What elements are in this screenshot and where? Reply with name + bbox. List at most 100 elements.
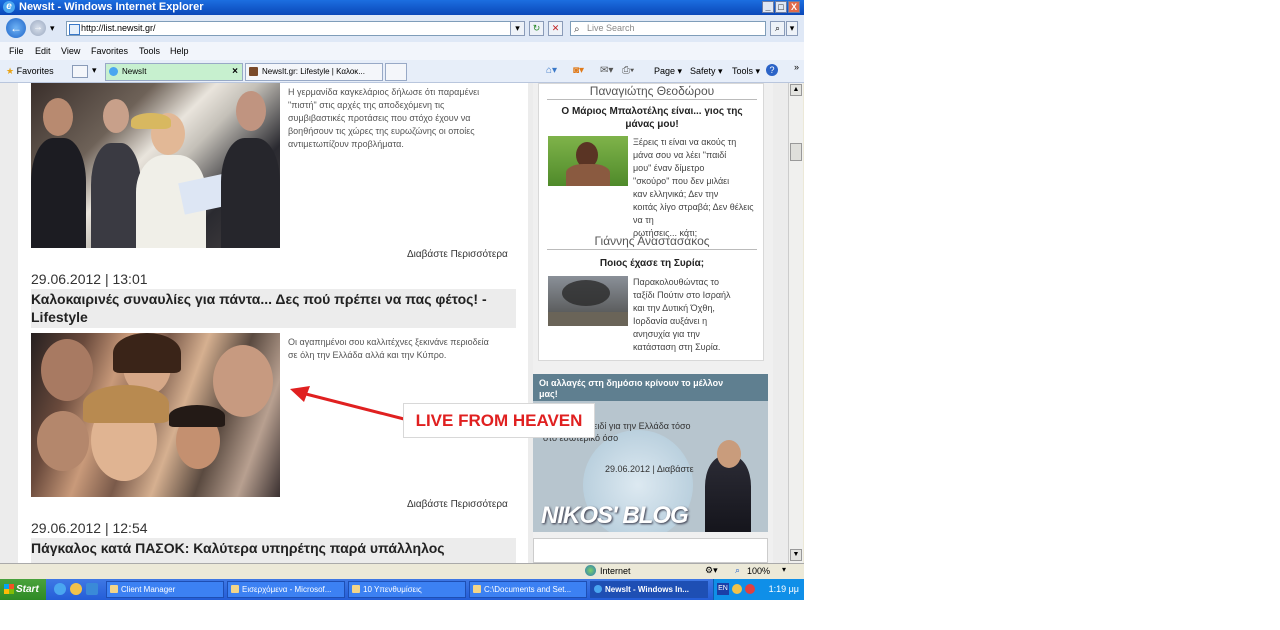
zoom-icon[interactable]: ⌕ [735,565,740,576]
address-dropdown-button[interactable]: ▾ [510,21,525,36]
tab-lifestyle[interactable]: NewsIt.gr: Lifestyle | Καλοκ... [245,63,383,81]
refresh-button[interactable]: ↻ [529,21,544,36]
scroll-up-button[interactable]: ▲ [790,84,802,96]
column-thumbnail[interactable] [548,276,628,326]
read-more-link[interactable]: Διαβάστε Περισσότερα [407,499,508,510]
page-menu[interactable]: Page ▾ [654,66,682,77]
close-tab-icon[interactable]: × [232,64,238,80]
search-input[interactable]: ⌕ Live Search [570,21,766,36]
tab-list-icon[interactable]: ▾ [92,65,97,76]
zoom-level[interactable]: 100% [747,566,770,576]
read-more-link[interactable]: Διαβάστε Περισσότερα [407,249,508,260]
taskbar-inbox[interactable]: Εισερχόμενα - Microsof... [227,581,345,598]
back-button[interactable]: ← [6,18,26,38]
language-indicator[interactable]: EN [717,583,729,595]
tools-menu[interactable]: Tools ▾ [732,66,760,77]
ie-page-icon [109,67,118,76]
text-line: μάνα σου να λέει "παιδί [633,150,727,160]
start-button[interactable]: Start [0,579,46,600]
taskbar-client-manager[interactable]: Client Manager [106,581,224,598]
columnist-name[interactable]: Παναγιώτης Θεοδώρου [547,84,757,100]
folder-icon [473,585,481,593]
sidebar: Παναγιώτης Θεοδώρου Ο Μάριος Μπαλοτέλης … [533,83,773,563]
safety-menu[interactable]: Safety ▾ [690,66,723,77]
address-url: http://list.newsit.gr/ [81,23,156,33]
search-icon: ⌕ [574,24,580,35]
columnist-name[interactable]: Γιάννης Αναστασάκος [547,234,757,250]
star-icon: ★ [6,66,15,76]
app-icon [110,585,118,593]
desktop-quicklaunch-icon[interactable] [86,583,98,595]
zoom-dropdown-icon[interactable]: ▾ [782,565,786,574]
taskbar-reminders[interactable]: 10 Υπενθυμίσεις [348,581,466,598]
reminder-icon [352,585,360,593]
scroll-thumb[interactable] [790,143,802,161]
search-options-button[interactable]: ▾ [786,21,798,36]
task-label: C:\Documents and Set... [484,585,572,594]
excerpt-line: Οι αγαπημένοι σου καλλιτέχνες ξεκινάνε π… [288,337,489,347]
home-icon[interactable]: ⌂▾ [546,65,557,76]
figure-face [43,98,73,136]
print-icon[interactable]: ⎙▾ [622,65,634,76]
minimize-button[interactable]: _ [762,1,774,13]
protected-mode-icon[interactable]: ⚙▾ [705,565,718,576]
blog-banner[interactable]: Οι αλλαγές στη δημόσιο κρίνουν το μέλλον… [533,374,768,532]
mail-icon[interactable]: ✉▾ [600,65,613,76]
taskbar-documents-folder[interactable]: C:\Documents and Set... [469,581,587,598]
vertical-scrollbar[interactable]: ▲ ▼ [788,83,803,563]
article-photo-politicians[interactable] [31,83,280,248]
text-line: Παρακολουθώντας το [633,277,719,287]
taskbar-newsit-ie[interactable]: NewsIt - Windows In... [590,581,708,598]
menu-help[interactable]: Help [170,46,189,56]
new-tab-button[interactable] [385,63,407,81]
more-commands-icon[interactable]: » [794,62,799,72]
help-icon[interactable]: ? [766,64,778,76]
scroll-down-button[interactable]: ▼ [790,549,802,561]
menu-file[interactable]: File [9,46,24,56]
quick-tabs-icon[interactable] [72,65,88,78]
heading-line: μας! [539,389,558,399]
column-thumbnail[interactable] [548,136,628,186]
smoke-cloud [562,280,610,306]
menu-favorites[interactable]: Favorites [91,46,128,56]
menu-tools[interactable]: Tools [139,46,160,56]
address-toolbar: ← → ▾ http://list.newsit.gr/ ▾ ↻ ✕ ⌕ Liv… [0,15,804,42]
search-button[interactable]: ⌕ [770,21,785,36]
article-photo-artists[interactable] [31,333,280,497]
page-icon [69,24,80,35]
face-bald-man [41,339,93,401]
arrow-head [290,386,310,402]
blog-date-link[interactable]: 29.06.2012 | Διαβάστε [605,464,694,474]
text-line: ανησυχία για την [633,329,700,339]
article-headline-link[interactable]: Πάγκαλος κατά ΠΑΣΟΚ: Καλύτερα υπηρέτης π… [31,538,516,563]
tray-security-icon[interactable] [745,584,755,594]
ie-quicklaunch-icon[interactable] [54,583,66,595]
column-title-link[interactable]: Ο Μάριος Μπαλοτέλης είναι... γιος της μά… [543,105,761,131]
tray-outlook-icon[interactable] [732,584,742,594]
figure-suit [91,143,141,248]
excerpt-line: "πιστή" στις αρχές της αποδεχόμενη τις [288,100,445,110]
maximize-button[interactable]: □ [775,1,787,13]
figure-suit [31,138,86,248]
article-headline-link[interactable]: Καλοκαιρινές συναυλίες για πάντα... Δες … [31,289,516,328]
heading-line: Οι αλλαγές στη δημόσιο κρίνουν το μέλλον [539,378,724,388]
blog-heading[interactable]: Οι αλλαγές στη δημόσιο κρίνουν το μέλλον… [533,374,768,401]
stop-button[interactable]: ✕ [548,21,563,36]
forward-button[interactable]: → [30,20,46,36]
next-banner[interactable] [533,538,768,563]
system-tray: EN 1:19 μμ [713,579,804,600]
favorites-button[interactable]: ★ Favorites [6,66,54,77]
feeds-icon[interactable]: ◙▾ [573,65,584,76]
hair-blonde [83,385,169,423]
tab-newsit[interactable]: NewsIt × [105,63,243,81]
column-title-link[interactable]: Ποιος έχασε τη Συρία; [543,257,761,270]
menu-view[interactable]: View [61,46,80,56]
text-line: και την Δυτική Όχθη, [633,303,715,313]
main-column: Η γερμανίδα καγκελάριος δήλωσε ότι παραμ… [18,83,528,563]
close-button[interactable]: X [788,1,800,13]
outlook-quicklaunch-icon[interactable] [70,583,82,595]
address-input[interactable]: http://list.newsit.gr/ [66,21,522,36]
history-dropdown-icon[interactable]: ▾ [50,23,55,34]
column-excerpt: Ξέρεις τι είναι να ακούς τη μάνα σου να … [633,136,763,240]
menu-edit[interactable]: Edit [35,46,51,56]
